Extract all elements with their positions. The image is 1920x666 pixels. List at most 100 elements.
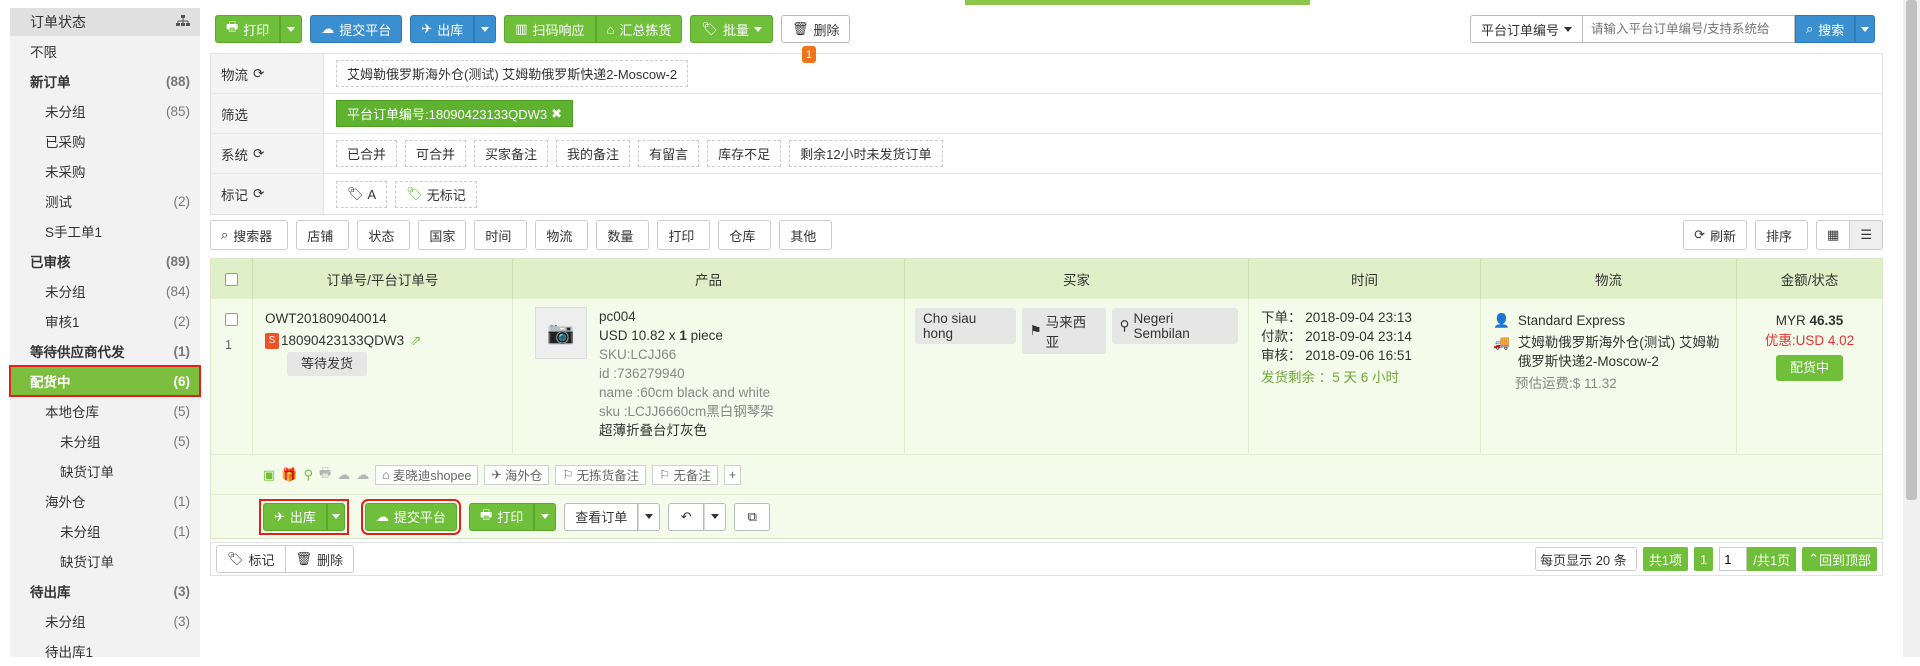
batch-button[interactable]: 🏷 批量 (690, 15, 773, 43)
filter-dropdown[interactable]: 其他 (779, 220, 833, 250)
row-checkbox[interactable] (225, 313, 238, 326)
sidebar-item[interactable]: 审核1 (2) (10, 306, 200, 336)
external-link-icon[interactable]: ⇗ (410, 330, 421, 352)
bottom-delete-button[interactable]: 🗑 删除 (285, 545, 355, 573)
sidebar-item[interactable]: 已审核 (89) (10, 246, 200, 276)
view-order-dropdown[interactable] (638, 502, 661, 531)
pick-note-tag[interactable]: ⚐ 无拣货备注 (555, 464, 647, 485)
warehouse-name[interactable]: 艾姆勒俄罗斯海外仓(测试) 艾姆勒俄罗斯快递2-Moscow-2 (1518, 333, 1724, 371)
trash-icon: 🗑 (295, 551, 313, 566)
summary-pick-button[interactable]: ⌂ 汇总拣货 (595, 15, 683, 43)
select-all-checkbox[interactable] (225, 272, 238, 286)
product-image[interactable]: 📷 (535, 307, 587, 359)
back-to-top-button[interactable]: ⌃ 回到顶部 (1802, 547, 1877, 571)
sidebar-item[interactable]: 待出库1 (10, 636, 200, 666)
row-print-button[interactable]: 🖶 打印 (468, 502, 535, 531)
filter-dropdown[interactable]: 店铺 (296, 220, 350, 250)
sidebar-item[interactable]: 待出库 (3) (10, 576, 200, 606)
vertical-scrollbar[interactable] (1903, 0, 1920, 657)
sidebar-item[interactable]: 海外仓 (1) (10, 486, 200, 516)
system-filter-chip[interactable]: 我的备注 (556, 140, 631, 167)
system-filter-chip[interactable]: 买家备注 (474, 140, 549, 167)
row-submit-platform-button[interactable]: ☁ 提交平台 (360, 498, 461, 535)
filter-dropdown[interactable]: 时间 (474, 220, 528, 250)
search-dropdown[interactable] (1855, 15, 1876, 43)
sidebar-item[interactable]: 不限 (10, 36, 200, 66)
filter-dropdown[interactable]: 数量 (596, 220, 650, 250)
sidebar-item[interactable]: 未分组 (84) (10, 276, 200, 306)
current-page[interactable]: 1 (1694, 547, 1714, 571)
refresh-icon[interactable]: ⟳ (253, 186, 264, 202)
selected-filter-chip[interactable]: 平台订单编号:18090423133QDW3 ✖ (336, 100, 574, 127)
sidebar-item[interactable]: 测试 (2) (10, 186, 200, 216)
row-outbound-button[interactable]: ✈ 出库 (263, 502, 327, 531)
mark-button[interactable]: 🏷 标记 (216, 545, 286, 573)
system-filter-chip[interactable]: 有留言 (638, 140, 700, 167)
system-filter-chip[interactable]: 剩余12小时未发货订单 (789, 140, 943, 167)
page-input[interactable] (1719, 547, 1748, 571)
filter-dropdown[interactable]: ⌕ 搜索器 (210, 220, 289, 250)
scan-button[interactable]: ▥ 扫码响应 (504, 15, 596, 43)
sidebar-item[interactable]: 未采购 (10, 156, 200, 186)
add-tag-button[interactable]: + (723, 464, 742, 485)
row-print-dropdown[interactable] (534, 502, 557, 531)
refresh-button[interactable]: ⟳ 刷新 (1683, 220, 1748, 250)
logistics-chip[interactable]: 艾姆勒俄罗斯海外仓(测试) 艾姆勒俄罗斯快递2-Moscow-2 (336, 60, 689, 87)
search-type-select[interactable]: 平台订单编号 (1470, 15, 1584, 43)
undo-button[interactable]: ↶ (668, 502, 705, 531)
mark-chip-a[interactable]: 🏷 A (336, 180, 388, 208)
scrollbar-thumb[interactable] (1906, 0, 1917, 500)
system-filter-chip[interactable]: 可合并 (405, 140, 467, 167)
order-number[interactable]: OWT201809040014 (265, 308, 500, 330)
filter-dropdown[interactable]: 国家 (418, 220, 467, 250)
submit-platform-button[interactable]: ☁ 提交平台 (310, 15, 403, 43)
print-button[interactable]: 🖶 打印 (215, 15, 281, 43)
refresh-icon[interactable]: ⟳ (253, 146, 264, 162)
sidebar-item[interactable]: S手工单1 (10, 216, 200, 246)
page-size-select[interactable]: 每页显示 20 条 (1535, 547, 1637, 571)
filter-dropdown[interactable]: 物流 (535, 220, 589, 250)
bookmark-icon: ⚐ (659, 468, 671, 482)
shop-tag[interactable]: ⌂ 麦晓迪shopee (375, 464, 479, 485)
sidebar-item-count: (89) (165, 253, 190, 269)
sort-button[interactable]: 排序 (1755, 220, 1809, 250)
system-filter-chip[interactable]: 库存不足 (707, 140, 782, 167)
filter-dropdown[interactable]: 仓库 (718, 220, 772, 250)
warehouse-tag[interactable]: ✈ 海外仓 (484, 464, 550, 485)
shopee-icon: S (265, 333, 279, 349)
platform-order-number[interactable]: 18090423133QDW3 (281, 330, 404, 352)
map-marker-icon: ⚲ (303, 466, 314, 482)
refresh-icon[interactable]: ⟳ (253, 66, 264, 82)
mark-chip-none[interactable]: 🏷 无标记 (395, 180, 477, 208)
filter-dropdown[interactable]: 状态 (357, 220, 411, 250)
sidebar-item[interactable]: 已采购 (10, 126, 200, 156)
table-header: 订单号/平台订单号 产品 买家 时间 物流 金额/状态 (211, 259, 1882, 299)
sidebar-item[interactable]: 未分组 (5) (10, 426, 200, 456)
outbound-button[interactable]: ✈ 出库 (410, 15, 475, 43)
sidebar-item[interactable]: 等待供应商代发 (1) (10, 336, 200, 366)
list-view-icon[interactable]: ☰ (1850, 220, 1883, 250)
outbound-dropdown[interactable] (474, 15, 497, 43)
sidebar-item[interactable]: 未分组 (1) (10, 516, 200, 546)
search-button[interactable]: ⌕ 搜索 (1795, 15, 1856, 43)
sidebar-item[interactable]: 未分组 (85) (10, 96, 200, 126)
sidebar-item[interactable]: 缺货订单 (10, 546, 200, 576)
sitemap-icon[interactable] (176, 14, 190, 30)
note-tag[interactable]: ⚐ 无备注 (652, 464, 718, 485)
row-outbound-dropdown[interactable] (326, 502, 345, 531)
print-dropdown[interactable] (280, 15, 303, 43)
close-icon[interactable]: ✖ (551, 106, 562, 122)
sidebar-item[interactable]: 新订单 (88) (10, 66, 200, 96)
sidebar-item[interactable]: 缺货订单 (10, 456, 200, 486)
filter-dropdown[interactable]: 打印 (657, 220, 711, 250)
delete-button[interactable]: 🗑 删除 (780, 15, 851, 43)
sidebar-item[interactable]: 未分组 (3) (10, 606, 200, 636)
sidebar-item[interactable]: 本地仓库 (5) (10, 396, 200, 426)
search-input[interactable] (1583, 15, 1796, 43)
undo-dropdown[interactable] (704, 502, 727, 531)
grid-view-icon[interactable]: ▦ (1816, 220, 1851, 250)
copy-button[interactable]: ⧉ (734, 502, 771, 531)
system-filter-chip[interactable]: 已合并 (336, 140, 398, 167)
sidebar-item-active[interactable]: 配货中 (6) (9, 365, 201, 397)
view-order-button[interactable]: 查看订单 (564, 502, 639, 531)
